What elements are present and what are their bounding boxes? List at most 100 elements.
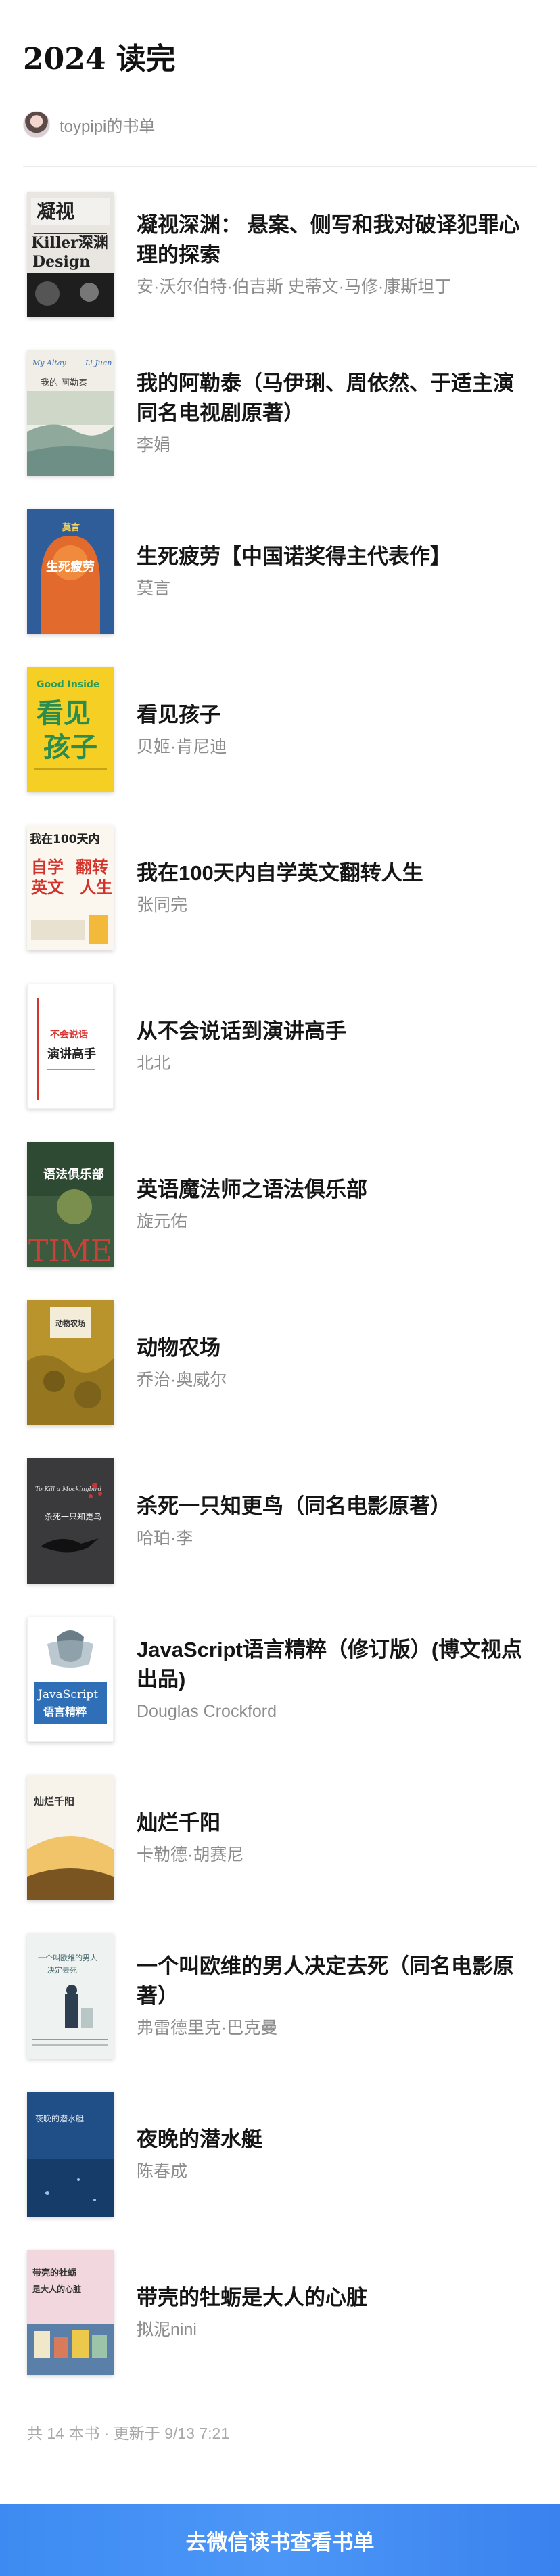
cover-text: TIME — [28, 1234, 112, 1267]
cover-text: 自学 — [31, 858, 64, 877]
book-author: 拟泥nini — [137, 2320, 197, 2339]
book-title[interactable]: 我的阿勒泰（马伊琍、周依然、于适主演同名电视剧原著） — [137, 369, 523, 428]
book-info: 从不会说话到演讲高手 北北 — [137, 1017, 537, 1075]
book-item[interactable]: 莫言 生死疲劳 生死疲劳【中国诺奖得主代表作】 莫言 — [23, 492, 537, 650]
book-info: 英语魔法师之语法俱乐部 旋元佑 — [137, 1175, 537, 1233]
cover-text: To Kill a Mockingbird — [35, 1486, 102, 1493]
cover-text: 凝视 — [37, 200, 74, 223]
avatar-icon[interactable] — [23, 111, 50, 138]
book-title[interactable]: 我在100天内自学英文翻转人生 — [137, 858, 523, 888]
cover-text: 翻转 — [76, 858, 108, 877]
book-title[interactable]: 杀死一只知更鸟（同名电影原著） — [137, 1492, 523, 1521]
book-item[interactable]: 凝视 Killer深渊 Design 凝视深渊： 悬案、侧写和我对破译犯罪心理的… — [23, 175, 537, 334]
book-item[interactable]: 我在100天内 自学 英文 翻转 人生 我在100天内自学英文翻转人生 张同完 — [23, 808, 537, 967]
book-author: 安·沃尔伯特·伯吉斯 史蒂文·马修·康斯坦丁 — [137, 277, 452, 296]
book-author: 贝姬·肯尼迪 — [137, 737, 227, 756]
book-cover[interactable]: 语法俱乐部 TIME — [27, 1141, 114, 1267]
owner-name[interactable]: toypipi的书单 — [60, 113, 155, 137]
open-in-weread-button[interactable]: 去微信读书查看书单 — [0, 2504, 560, 2576]
book-author: 张同完 — [137, 896, 188, 915]
book-item[interactable]: To Kill a Mockingbird 杀死一只知更鸟 杀死一只知更鸟（同名… — [23, 1442, 537, 1600]
cover-text: 不会说话 — [50, 1029, 88, 1040]
book-title[interactable]: 生死疲劳【中国诺奖得主代表作】 — [137, 542, 523, 572]
book-cover[interactable]: 莫言 生死疲劳 — [27, 508, 114, 634]
book-info: 动物农场 乔治·奥威尔 — [137, 1333, 537, 1392]
owner-row[interactable]: toypipi的书单 — [23, 110, 537, 139]
book-title[interactable]: 一个叫欧维的男人决定去死（同名电影原著） — [137, 1952, 523, 2011]
cover-text: 英文 — [31, 878, 64, 897]
book-cover[interactable]: 灿烂千阳 — [27, 1774, 114, 1900]
book-item[interactable]: 一个叫欧维的男人 决定去死 一个叫欧维的男人决定去死（同名电影原著） 弗雷德里克… — [23, 1916, 537, 2075]
book-cover[interactable]: JavaScript 语言精粹 — [27, 1616, 114, 1742]
book-info: 带壳的牡蛎是大人的心脏 拟泥nini — [137, 2283, 537, 2341]
book-info: 夜晚的潜水艇 陈春成 — [137, 2125, 537, 2183]
book-title[interactable]: 从不会说话到演讲高手 — [137, 1017, 523, 1046]
book-cover[interactable]: My Altay Li Juan 我的 阿勒泰 — [27, 350, 114, 476]
cover-text: 一个叫欧维的男人 — [38, 1953, 97, 1962]
cover-text: Design — [32, 253, 90, 271]
cover-text: 灿烂千阳 — [34, 1795, 74, 1808]
cover-text: Good Inside — [37, 679, 99, 690]
book-author: 旋元佑 — [137, 1212, 188, 1231]
cover-text: 杀死一只知更鸟 — [45, 1511, 101, 1521]
book-title[interactable]: 夜晚的潜水艇 — [137, 2125, 523, 2155]
book-item[interactable]: 动物农场 动物农场 乔治·奥威尔 — [23, 1283, 537, 1442]
book-title[interactable]: 凝视深渊： 悬案、侧写和我对破译犯罪心理的探索 — [137, 210, 523, 270]
cover-text: 动物农场 — [55, 1318, 85, 1328]
book-info: 杀死一只知更鸟（同名电影原著） 哈珀·李 — [137, 1492, 537, 1550]
book-author: 卡勒德·胡赛尼 — [137, 1845, 244, 1864]
cover-text: Li Juan — [85, 359, 112, 367]
book-author: 陈春成 — [137, 2162, 188, 2181]
cover-text: 我在100天内 — [30, 832, 100, 846]
book-cover[interactable]: 动物农场 — [27, 1300, 114, 1425]
book-author: Douglas Crockford — [137, 1702, 277, 1721]
book-cover[interactable]: 不会说话 演讲高手 — [27, 983, 114, 1109]
cover-text: 语法俱乐部 — [43, 1167, 104, 1182]
cover-text: 莫言 — [62, 522, 80, 533]
book-info: 生死疲劳【中国诺奖得主代表作】 莫言 — [137, 542, 537, 600]
book-author: 李娟 — [137, 436, 171, 455]
book-info: 我在100天内自学英文翻转人生 张同完 — [137, 858, 537, 917]
book-info: 我的阿勒泰（马伊琍、周依然、于适主演同名电视剧原著） 李娟 — [137, 369, 537, 457]
book-info: 凝视深渊： 悬案、侧写和我对破译犯罪心理的探索 安·沃尔伯特·伯吉斯 史蒂文·马… — [137, 210, 537, 298]
book-info: JavaScript语言精粹（修订版）(博文视点出品) Douglas Croc… — [137, 1635, 537, 1723]
cover-text: 决定去死 — [47, 1965, 77, 1975]
cover-text: 演讲高手 — [47, 1046, 96, 1061]
book-title[interactable]: 看见孩子 — [137, 700, 523, 730]
book-title[interactable]: 带壳的牡蛎是大人的心脏 — [137, 2283, 523, 2313]
book-item[interactable]: JavaScript 语言精粹 JavaScript语言精粹（修订版）(博文视点… — [23, 1600, 537, 1758]
cover-text: 生死疲劳 — [46, 559, 95, 574]
cover-text: JavaScript — [37, 1688, 98, 1701]
svg-text:我的 阿勒泰: 我的 阿勒泰 — [41, 377, 87, 388]
book-cover[interactable]: 带壳的牡蛎 是大人的心脏 — [27, 2249, 114, 2375]
book-info: 灿烂千阳 卡勒德·胡赛尼 — [137, 1808, 537, 1866]
book-cover[interactable]: 夜晚的潜水艇 — [27, 2091, 114, 2217]
book-item[interactable]: 不会说话 演讲高手 从不会说话到演讲高手 北北 — [23, 967, 537, 1125]
book-item[interactable]: 灿烂千阳 灿烂千阳 卡勒德·胡赛尼 — [23, 1758, 537, 1916]
cover-text: Killer深渊 — [31, 234, 108, 252]
book-list: 凝视 Killer深渊 Design 凝视深渊： 悬案、侧写和我对破译犯罪心理的… — [0, 175, 560, 2391]
book-info: 看见孩子 贝姬·肯尼迪 — [137, 700, 537, 758]
book-item[interactable]: 带壳的牡蛎 是大人的心脏 带壳的牡蛎是大人的心脏 拟泥nini — [23, 2233, 537, 2391]
book-cover[interactable]: 我在100天内 自学 英文 翻转 人生 — [27, 825, 114, 950]
divider — [23, 166, 537, 167]
page-title: 2024 读完 — [23, 42, 176, 76]
cover-text: My Altay — [32, 359, 66, 367]
book-title[interactable]: 灿烂千阳 — [137, 1808, 523, 1838]
book-cover[interactable]: To Kill a Mockingbird 杀死一只知更鸟 — [27, 1458, 114, 1584]
book-cover[interactable]: Good Inside 看见 孩子 — [27, 666, 114, 792]
book-author: 乔治·奥威尔 — [137, 1371, 227, 1389]
book-title[interactable]: 动物农场 — [137, 1333, 523, 1363]
book-item[interactable]: Good Inside 看见 孩子 看见孩子 贝姬·肯尼迪 — [23, 650, 537, 808]
book-cover[interactable]: 一个叫欧维的男人 决定去死 — [27, 1933, 114, 2058]
cover-text: 语言精粹 — [43, 1705, 87, 1718]
book-cover[interactable]: 凝视 Killer深渊 Design — [27, 191, 114, 317]
cover-text: 是大人的心脏 — [32, 2284, 81, 2294]
book-item[interactable]: My Altay Li Juan 我的 阿勒泰 我的阿勒泰（马伊琍、周依然、于适… — [23, 334, 537, 492]
list-summary: 共 14 本书 · 更新于 9/13 7:21 — [27, 2424, 230, 2442]
book-item[interactable]: 夜晚的潜水艇 夜晚的潜水艇 陈春成 — [23, 2075, 537, 2233]
book-title[interactable]: JavaScript语言精粹（修订版）(博文视点出品) — [137, 1635, 523, 1695]
book-title[interactable]: 英语魔法师之语法俱乐部 — [137, 1175, 523, 1205]
book-author: 哈珀·李 — [137, 1529, 193, 1548]
book-item[interactable]: 语法俱乐部 TIME 英语魔法师之语法俱乐部 旋元佑 — [23, 1125, 537, 1283]
